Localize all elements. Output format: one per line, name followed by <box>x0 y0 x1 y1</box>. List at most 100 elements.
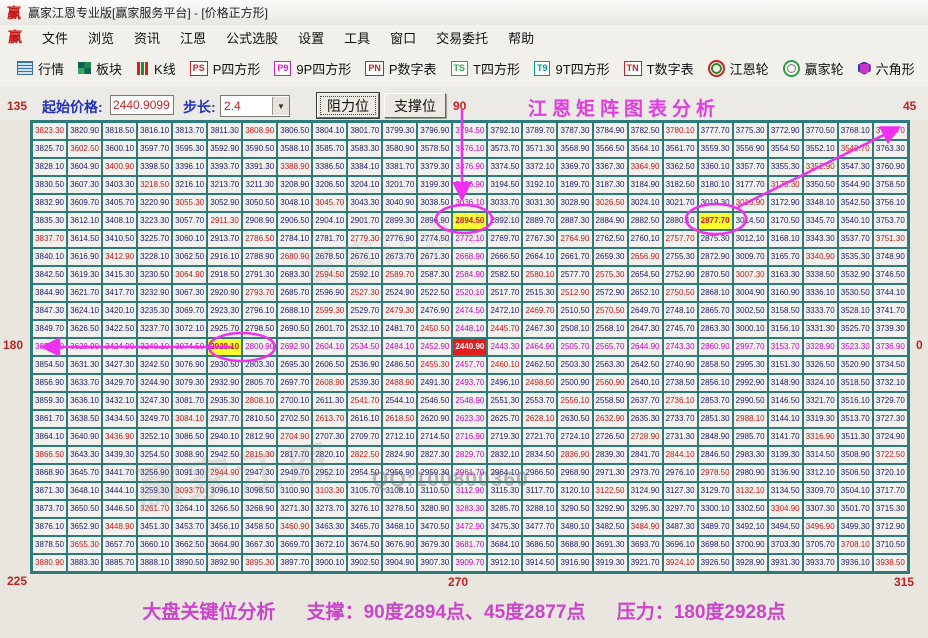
toolbar-button-赢家轮[interactable]: 赢家轮 <box>776 56 851 81</box>
start-price-input[interactable] <box>110 95 174 115</box>
grid-cell: 3189.70 <box>557 176 592 194</box>
grid-cell: 3652.90 <box>67 518 102 536</box>
grid-cell: 3436.90 <box>102 428 137 446</box>
grid-cell: 3806.50 <box>277 122 312 140</box>
grid-cell: 3655.30 <box>67 536 102 554</box>
toolbar-button-赢家服务[interactable]: $赢家服务 <box>922 56 928 81</box>
grid-cell: 3703.30 <box>768 536 803 554</box>
menu-item[interactable]: 窗口 <box>380 26 426 49</box>
toolbar-button-9P四方形[interactable]: P99P四方形 <box>267 56 358 81</box>
step-select[interactable]: 2.4 ▼ <box>220 95 290 117</box>
grid-cell: 3398.50 <box>137 158 172 176</box>
toolbar-button-P数字表[interactable]: PNP数字表 <box>358 56 443 81</box>
grid-cell: 3592.90 <box>207 140 242 158</box>
grid-cell: 3916.90 <box>557 554 592 572</box>
toolbar-button-9T四方形[interactable]: T99T四方形 <box>527 56 617 81</box>
grid-cell: 3470.50 <box>417 518 452 536</box>
grid-cell: 3717.70 <box>873 482 908 500</box>
menu-item[interactable]: 文件 <box>32 26 78 49</box>
grid-cell: 3482.50 <box>593 518 628 536</box>
grid-cell: 3487.30 <box>663 518 698 536</box>
grid-cell: 2443.30 <box>487 338 522 356</box>
toolbar-button-P四方形[interactable]: PSP四方形 <box>183 56 268 81</box>
grid-cell-highlight: 2894.50 <box>452 212 487 230</box>
grid-cell: 2640.10 <box>628 374 663 392</box>
grid-cell: 2968.90 <box>557 464 592 482</box>
grid-cell: 2620.90 <box>417 410 452 428</box>
grid-cell: 2817.70 <box>277 446 312 464</box>
toolbar-button-江恩轮[interactable]: 江恩轮 <box>701 56 776 81</box>
menu-item[interactable]: 江恩 <box>170 26 216 49</box>
grid-cell: 3031.30 <box>522 194 557 212</box>
grid-cell: 2940.10 <box>207 428 242 446</box>
grid-cell: 2695.30 <box>277 356 312 374</box>
grid-cell: 3912.10 <box>487 554 522 572</box>
toolbar-button-K线[interactable]: K线 <box>129 56 183 81</box>
grid-cell: 3597.70 <box>137 140 172 158</box>
grid-cell: 3014.50 <box>733 212 768 230</box>
grid-cell: 2769.70 <box>487 230 522 248</box>
grid-cell: 3866.50 <box>32 446 67 464</box>
grid-cell: 3074.50 <box>172 338 207 356</box>
grid-cell: 2548.90 <box>452 392 487 410</box>
grid-cell: 2534.50 <box>347 338 382 356</box>
grid-cell: 3914.50 <box>522 554 557 572</box>
grid-cell: 2841.70 <box>628 446 663 464</box>
grid-cell: 3919.30 <box>593 554 628 572</box>
grid-cell: 3710.50 <box>873 536 908 554</box>
grid-cell: 3266.50 <box>207 500 242 518</box>
grid-cell: 3600.10 <box>102 140 137 158</box>
toolbar-button-T四方形[interactable]: TST四方形 <box>444 56 527 81</box>
menu-item[interactable]: 帮助 <box>498 26 544 49</box>
grid-cell: 2745.70 <box>663 320 698 338</box>
grid-cell: 2920.90 <box>207 284 242 302</box>
grid-cell: 2685.70 <box>277 284 312 302</box>
toolbar-button-行情[interactable]: 行情 <box>10 56 71 81</box>
pn-badge-icon: PN <box>365 61 384 76</box>
grid-cell: 3508.90 <box>838 446 873 464</box>
grid-cell: 3256.90 <box>137 464 172 482</box>
grid-cell: 3453.70 <box>172 518 207 536</box>
grid-cell: 3348.10 <box>803 194 838 212</box>
grid-cell: 3628.90 <box>67 338 102 356</box>
menu-item[interactable]: 工具 <box>334 26 380 49</box>
grid-cell: 3535.30 <box>838 248 873 266</box>
grid-cell: 3357.70 <box>733 158 768 176</box>
resistance-button[interactable]: 阻力位 <box>317 93 379 118</box>
grid-cell: 3076.90 <box>172 356 207 374</box>
toolbar-button-六角形[interactable]: 六角形 <box>851 56 922 81</box>
dropdown-arrow-icon[interactable]: ▼ <box>272 97 289 115</box>
toolbar-button-板块[interactable]: 板块 <box>71 56 129 81</box>
menu-item[interactable]: 设置 <box>288 26 334 49</box>
grid-cell: 2565.70 <box>593 338 628 356</box>
grid-cell: 2460.10 <box>487 356 522 374</box>
grid-cell: 3756.10 <box>873 194 908 212</box>
grid-cell: 3777.70 <box>698 122 733 140</box>
menu-item[interactable]: 资讯 <box>124 26 170 49</box>
grid-cell: 3607.30 <box>67 176 102 194</box>
grid-cell: 2637.70 <box>628 392 663 410</box>
grid-cell: 3012.10 <box>733 230 768 248</box>
menu-item[interactable]: 公式选股 <box>216 26 288 49</box>
grid-cell: 2688.10 <box>277 302 312 320</box>
grid-cell: 2848.90 <box>698 428 733 446</box>
grid-cell: 2544.10 <box>382 392 417 410</box>
grid-cell: 2724.10 <box>557 428 592 446</box>
grid-cell: 3636.10 <box>67 392 102 410</box>
grid-cell: 3187.30 <box>593 176 628 194</box>
grid-cell: 3708.10 <box>838 536 873 554</box>
menu-item[interactable]: 交易委托 <box>426 26 498 49</box>
grid-cell: 3590.50 <box>242 140 277 158</box>
grid-cell: 3492.10 <box>733 518 768 536</box>
toolbar-button-T数字表[interactable]: TNT数字表 <box>617 56 701 81</box>
grid-cell: 3273.70 <box>312 500 347 518</box>
grid-cell: 2918.50 <box>207 266 242 284</box>
grid-cell: 3676.90 <box>382 536 417 554</box>
support-button[interactable]: 支撑位 <box>384 93 446 118</box>
grid-cell: 2462.50 <box>522 356 557 374</box>
grid-cell: 3045.70 <box>312 194 347 212</box>
grid-cell: 2992.90 <box>733 374 768 392</box>
grid-cell: 3648.10 <box>67 482 102 500</box>
grid-cell: 2944.90 <box>207 464 242 482</box>
menu-item[interactable]: 浏览 <box>78 26 124 49</box>
